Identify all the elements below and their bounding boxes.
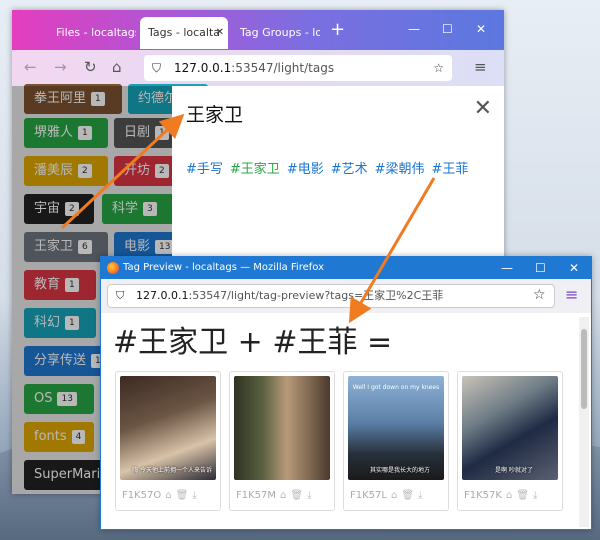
related-tags: #手写 #王家卫 #电影 #艺术 #梁朝伟 #王菲 bbox=[186, 158, 475, 177]
close-tab-icon[interactable]: ✕ bbox=[216, 17, 224, 49]
tag-link[interactable]: #电影 bbox=[287, 162, 324, 177]
overlay-text: Well I got down on my knees bbox=[352, 384, 440, 391]
thumbnail[interactable]: 嗨 今天他上前拥一个人来告诉 bbox=[120, 376, 216, 480]
new-tab-button[interactable]: + bbox=[330, 18, 345, 42]
maximize-button[interactable]: ☐ bbox=[535, 257, 546, 279]
thumbnail[interactable]: Well I got down on my knees 其实哪是我长大的地方 bbox=[348, 376, 444, 480]
tag-icon[interactable]: ⌂ bbox=[506, 490, 512, 501]
trash-icon[interactable]: 🗑 bbox=[176, 490, 189, 501]
trash-icon[interactable]: 🗑 bbox=[290, 490, 303, 501]
close-window-button[interactable]: ✕ bbox=[569, 257, 579, 279]
card-caption: F1K57O ⌂ 🗑 ⤓ bbox=[122, 490, 197, 501]
download-icon[interactable]: ⤓ bbox=[192, 490, 196, 501]
trash-icon[interactable]: 🗑 bbox=[516, 490, 529, 501]
url-bar[interactable]: ⛉ 127.0.0.1:53547/light/tags ☆ bbox=[144, 55, 452, 81]
shield-icon: ⛉ bbox=[152, 61, 162, 75]
back-icon[interactable]: ← bbox=[24, 57, 37, 77]
file-card[interactable]: 嗨 今天他上前拥一个人来告诉 F1K57O ⌂ 🗑 ⤓ bbox=[115, 371, 221, 511]
file-card[interactable]: 是啊 吵就对了 F1K57K ⌂ 🗑 ⤓ bbox=[457, 371, 563, 511]
trash-icon[interactable]: 🗑 bbox=[401, 490, 414, 501]
download-icon[interactable]: ⤓ bbox=[418, 490, 422, 501]
navigation-bar: ← → ↻ ⌂ ⛉ 127.0.0.1:53547/light/tags ☆ ≡ bbox=[12, 50, 504, 86]
download-icon[interactable]: ⤓ bbox=[533, 490, 537, 501]
tab-files[interactable]: Files - localtags bbox=[48, 17, 136, 49]
file-card[interactable]: Well I got down on my knees 其实哪是我长大的地方 F1… bbox=[343, 371, 449, 511]
tag-link[interactable]: #手写 bbox=[186, 162, 223, 177]
url-bar[interactable]: ⛉ 127.0.0.1:53547/light/tag-preview?tags… bbox=[107, 284, 555, 308]
shield-icon: ⛉ bbox=[116, 289, 125, 302]
tab-tags[interactable]: Tags - localta ✕ bbox=[140, 17, 228, 49]
menu-icon[interactable]: ≡ bbox=[565, 285, 578, 304]
tag-link[interactable]: #王菲 bbox=[432, 162, 469, 177]
tag-icon[interactable]: ⌂ bbox=[280, 490, 286, 501]
scrollbar-thumb[interactable] bbox=[581, 329, 587, 409]
navigation-bar: ⛉ 127.0.0.1:53547/light/tag-preview?tags… bbox=[101, 279, 591, 313]
thumbnail[interactable]: 是啊 吵就对了 bbox=[462, 376, 558, 480]
title-bar: Tag Preview - localtags — Mozilla Firefo… bbox=[101, 257, 591, 279]
close-icon[interactable]: ✕ bbox=[474, 96, 492, 121]
home-icon[interactable]: ⌂ bbox=[112, 57, 122, 77]
modal-title: 王家卫 bbox=[186, 104, 244, 126]
subtitle-text: 其实哪是我长大的地方 bbox=[369, 467, 430, 474]
tag-link[interactable]: #梁朝伟 bbox=[375, 162, 425, 177]
tab-bar: Files - localtags Tags - localta ✕ Tag Gr… bbox=[12, 10, 504, 50]
tag-icon[interactable]: ⌂ bbox=[165, 490, 171, 501]
reload-icon[interactable]: ↻ bbox=[84, 57, 97, 77]
tag-link[interactable]: #艺术 bbox=[331, 162, 368, 177]
bookmark-star-icon[interactable]: ☆ bbox=[533, 287, 546, 303]
card-caption: F1K57L ⌂ 🗑 ⤓ bbox=[350, 490, 423, 501]
minimize-button[interactable]: — bbox=[501, 257, 513, 279]
subtitle-text: 是啊 吵就对了 bbox=[495, 467, 533, 474]
minimize-button[interactable]: — bbox=[408, 20, 420, 38]
maximize-button[interactable]: ☐ bbox=[442, 20, 453, 38]
card-caption: F1K57K ⌂ 🗑 ⤓ bbox=[464, 490, 538, 501]
window-title: Tag Preview - localtags — Mozilla Firefo… bbox=[123, 262, 324, 273]
file-card[interactable]: F1K57M ⌂ 🗑 ⤓ bbox=[229, 371, 335, 511]
thumbnail[interactable] bbox=[234, 376, 330, 480]
firefox-icon bbox=[107, 262, 119, 274]
page-heading: #王家卫 + #王菲 = bbox=[113, 325, 393, 360]
tag-link-current[interactable]: #王家卫 bbox=[230, 162, 280, 177]
tag-modal: 王家卫 ✕ #手写 #王家卫 #电影 #艺术 #梁朝伟 #王菲 bbox=[172, 86, 504, 276]
tag-icon[interactable]: ⌂ bbox=[391, 490, 397, 501]
bookmark-star-icon[interactable]: ☆ bbox=[433, 55, 444, 81]
scrollbar[interactable] bbox=[579, 317, 589, 527]
download-icon[interactable]: ⤓ bbox=[307, 490, 311, 501]
menu-icon[interactable]: ≡ bbox=[474, 57, 487, 77]
forward-icon[interactable]: → bbox=[54, 57, 67, 77]
tab-tag-groups[interactable]: Tag Groups - lo bbox=[232, 17, 320, 49]
close-window-button[interactable]: ✕ bbox=[476, 20, 486, 38]
subtitle-text: 嗨 今天他上前拥一个人来告诉 bbox=[132, 467, 212, 474]
tag-preview-window: Tag Preview - localtags — Mozilla Firefo… bbox=[100, 256, 592, 530]
card-caption: F1K57M ⌂ 🗑 ⤓ bbox=[236, 490, 312, 501]
